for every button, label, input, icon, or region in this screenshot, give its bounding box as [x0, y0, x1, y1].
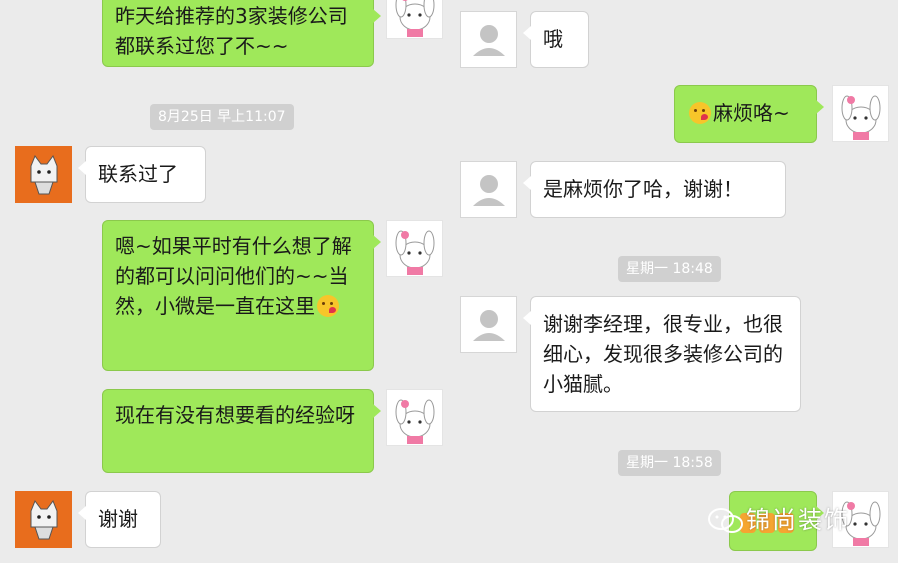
bunny-avatar[interactable]	[386, 0, 443, 39]
bunny-avatar[interactable]	[386, 389, 443, 446]
watermark-text: 锦尚装饰	[746, 506, 850, 534]
kiss-face-emoji-icon	[317, 295, 339, 317]
message-text: 现在有没有想要看的经验呀	[115, 403, 355, 427]
bunny-icon	[395, 230, 435, 275]
right-chat-column: 哦 麻烦咯~ 是麻烦你了哈，谢谢！ 星期一 18:48 谢谢李经理，很专业，也很…	[449, 0, 898, 563]
timestamp: 星期一 18:58	[618, 450, 721, 476]
message-text: 麻烦咯~	[713, 101, 790, 125]
cat-icon	[30, 499, 58, 540]
person-avatar[interactable]	[460, 161, 517, 218]
wechat-icon	[706, 506, 746, 536]
person-avatar[interactable]	[460, 296, 517, 353]
watermark: 锦尚装饰	[706, 500, 850, 536]
message-text: 昨天给推荐的3家装修公司都联系过您了不~~	[115, 4, 348, 58]
message-bubble[interactable]: 麻烦咯~	[674, 85, 824, 143]
message-bubble[interactable]: 联系过了	[78, 146, 206, 203]
cat-avatar[interactable]	[15, 491, 72, 548]
bunny-avatar[interactable]	[386, 220, 443, 277]
cat-icon	[30, 154, 58, 195]
message-bubble[interactable]: 昨天给推荐的3家装修公司都联系过您了不~~	[102, 0, 381, 67]
message-text: 谢谢李经理，很专业，也很细心，发现很多装修公司的小猫腻。	[543, 312, 783, 396]
timestamp: 8月25日 早上11:07	[150, 104, 294, 130]
message-text: 哦	[543, 27, 563, 51]
message-bubble[interactable]: 谢谢李经理，很专业，也很细心，发现很多装修公司的小猫腻。	[523, 296, 801, 412]
kiss-face-emoji-icon	[689, 102, 711, 124]
message-bubble[interactable]: 是麻烦你了哈，谢谢！	[523, 161, 786, 218]
message-bubble[interactable]: 哦	[523, 11, 589, 68]
person-icon	[473, 310, 505, 341]
cat-avatar[interactable]	[15, 146, 72, 203]
bunny-icon	[395, 0, 435, 37]
person-icon	[473, 25, 505, 56]
timestamp: 星期一 18:48	[618, 256, 721, 282]
message-text: 联系过了	[98, 162, 178, 186]
message-text: 谢谢	[98, 507, 138, 531]
message-bubble[interactable]: 嗯~如果平时有什么想了解的都可以问问他们的~~当然，小微是一直在这里	[102, 220, 381, 371]
message-bubble[interactable]: 现在有没有想要看的经验呀	[102, 389, 381, 473]
message-bubble[interactable]: 谢谢	[78, 491, 161, 548]
bunny-icon	[841, 95, 881, 140]
person-icon	[473, 175, 505, 206]
bunny-icon	[395, 399, 435, 444]
person-avatar[interactable]	[460, 11, 517, 68]
message-text: 是麻烦你了哈，谢谢！	[543, 177, 743, 201]
left-chat-column: 昨天给推荐的3家装修公司都联系过您了不~~ 8月25日 早上11:07 联系过了…	[0, 0, 449, 563]
bunny-avatar[interactable]	[832, 85, 889, 142]
